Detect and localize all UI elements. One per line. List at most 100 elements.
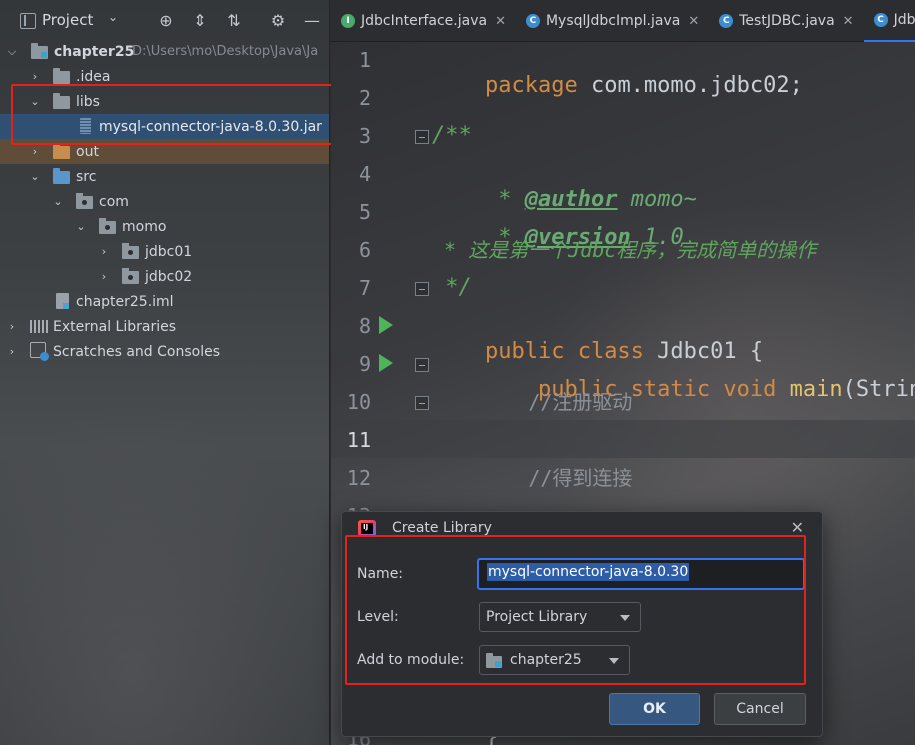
class-icon — [873, 13, 888, 27]
fold-icon[interactable] — [415, 396, 429, 410]
line-number: 6 — [358, 238, 371, 262]
close-icon[interactable]: ✕ — [688, 14, 699, 29]
tree-item-scratches[interactable]: › Scratches and Consoles — [0, 339, 329, 364]
folder-icon — [53, 93, 70, 109]
hide-icon[interactable]: — — [300, 8, 324, 32]
tab-mysql-jdbc-impl[interactable]: MysqlJdbcImpl.java ✕ — [516, 0, 709, 42]
project-panel-header: Project ⌄ ⊕ ⇕ ⇅ ⚙ — — [0, 0, 329, 42]
code-keyword: package — [484, 73, 578, 98]
tree-item-label: mysql-connector-java-8.0.30.jar — [99, 118, 322, 135]
intellij-logo-icon: IJ — [358, 520, 376, 537]
chevron-down-icon[interactable]: ⌄ — [52, 195, 64, 208]
tree-item-chapter25-iml[interactable]: chapter25.iml — [0, 289, 329, 314]
fold-icon[interactable] — [415, 358, 429, 372]
editor-tab-bar: JdbcInterface.java ✕ MysqlJdbcImpl.java … — [331, 0, 915, 42]
tab-jdbc01[interactable]: Jdbc0 — [863, 0, 915, 42]
tree-item-chapter25[interactable]: ⌵ chapter25 D:\Users\mo\Desktop\Java\Ja — [0, 39, 329, 64]
fold-icon[interactable] — [415, 130, 429, 144]
chevron-right-icon[interactable]: › — [98, 270, 110, 283]
libraries-icon — [30, 320, 48, 333]
chevron-right-icon[interactable]: › — [29, 70, 41, 83]
chevron-down-icon — [620, 615, 630, 621]
line-number-current: 11 — [346, 428, 371, 452]
tree-item-src[interactable]: ⌄ src — [0, 164, 329, 189]
close-icon[interactable]: ✕ — [843, 14, 854, 29]
chevron-down-icon[interactable]: ⌄ — [108, 10, 118, 24]
level-label: Level: — [357, 609, 399, 625]
close-icon[interactable]: ✕ — [791, 518, 804, 537]
tree-item-idea[interactable]: › .idea — [0, 64, 329, 89]
tab-label: Jdbc0 — [893, 12, 915, 28]
run-icon[interactable] — [379, 316, 393, 334]
close-icon[interactable]: ✕ — [495, 14, 506, 29]
tree-item-libs[interactable]: ⌄ libs — [0, 89, 329, 114]
iml-file-icon — [56, 293, 69, 309]
tree-item-path: D:\Users\mo\Desktop\Java\Ja — [132, 44, 319, 59]
module-select-value: chapter25 — [510, 652, 582, 668]
code-line-12: //得到连接 — [432, 466, 633, 490]
code-line-3: /** — [432, 123, 472, 148]
source-folder-icon — [53, 168, 70, 184]
ok-button[interactable]: OK — [609, 693, 700, 725]
code-line-10: //注册驱动 — [432, 390, 633, 414]
package-icon — [99, 218, 116, 234]
module-select[interactable]: chapter25 — [479, 645, 630, 675]
class-icon — [719, 14, 734, 28]
code-text: com.momo.jdbc02; — [577, 73, 803, 98]
cancel-button[interactable]: Cancel — [714, 693, 806, 725]
excluded-folder-icon — [53, 143, 70, 159]
chevron-down-icon — [609, 658, 619, 664]
chevron-down-icon[interactable]: ⌄ — [75, 220, 87, 233]
fold-icon[interactable] — [415, 282, 429, 296]
chevron-right-icon[interactable]: › — [29, 145, 41, 158]
tree-item-jdbc01[interactable]: › jdbc01 — [0, 239, 329, 264]
project-panel-title[interactable]: Project — [42, 11, 93, 29]
run-icon[interactable] — [379, 354, 393, 372]
line-number: 9 — [358, 352, 371, 376]
code-line-7: */ — [432, 275, 472, 300]
package-icon — [122, 243, 139, 259]
tree-item-momo[interactable]: ⌄ momo — [0, 214, 329, 239]
tab-jdbc-interface[interactable]: JdbcInterface.java ✕ — [331, 0, 516, 42]
chevron-down-icon[interactable]: ⌵ — [6, 45, 18, 58]
class-icon — [525, 14, 540, 28]
tab-label: TestJDBC.java — [739, 13, 835, 29]
tab-test-jdbc[interactable]: TestJDBC.java ✕ — [709, 0, 863, 42]
line-number: 10 — [346, 390, 371, 414]
level-select-value: Project Library — [486, 609, 588, 625]
tree-item-label: jdbc02 — [145, 268, 193, 285]
code-line-6: * 这是第一个Jdbc程序，完成简单的操作 — [432, 238, 817, 262]
tree-item-label: libs — [76, 93, 100, 110]
chevron-right-icon[interactable]: › — [6, 320, 18, 333]
collapse-all-icon[interactable]: ⇅ — [222, 8, 246, 32]
line-number: 3 — [358, 124, 371, 148]
package-icon — [76, 193, 93, 209]
chevron-down-icon[interactable]: ⌄ — [29, 95, 41, 108]
line-number: 4 — [358, 162, 371, 186]
tree-item-jdbc02[interactable]: › jdbc02 — [0, 264, 329, 289]
settings-gear-icon[interactable]: ⚙ — [266, 8, 290, 32]
line-number: 7 — [358, 276, 371, 300]
tree-item-label: out — [76, 143, 99, 160]
create-library-dialog: IJ Create Library ✕ Name: mysql-connecto… — [341, 511, 823, 737]
tab-label: JdbcInterface.java — [361, 13, 488, 29]
chevron-right-icon[interactable]: › — [6, 345, 18, 358]
tab-label: MysqlJdbcImpl.java — [545, 13, 681, 29]
interface-icon — [341, 14, 355, 28]
locate-icon[interactable]: ⊕ — [154, 8, 178, 32]
tree-item-label: chapter25.iml — [76, 293, 174, 310]
tree-item-label: chapter25 — [54, 43, 135, 60]
tree-item-mysql-jar[interactable]: mysql-connector-java-8.0.30.jar — [0, 114, 329, 139]
level-select[interactable]: Project Library — [479, 602, 641, 632]
expand-all-icon[interactable]: ⇕ — [188, 8, 212, 32]
add-to-module-label: Add to module: — [357, 652, 465, 668]
tree-item-com[interactable]: ⌄ com — [0, 189, 329, 214]
chevron-right-icon[interactable]: › — [98, 245, 110, 258]
dialog-title-bar[interactable]: IJ Create Library ✕ — [342, 512, 822, 544]
code-text: (String[ — [842, 377, 915, 402]
tree-item-external-libraries[interactable]: › External Libraries — [0, 314, 329, 339]
tree-item-out[interactable]: › out — [0, 139, 329, 164]
chevron-down-icon[interactable]: ⌄ — [29, 170, 41, 183]
code-function: main — [776, 377, 843, 402]
library-name-input[interactable]: mysql-connector-java-8.0.30 — [477, 558, 805, 590]
